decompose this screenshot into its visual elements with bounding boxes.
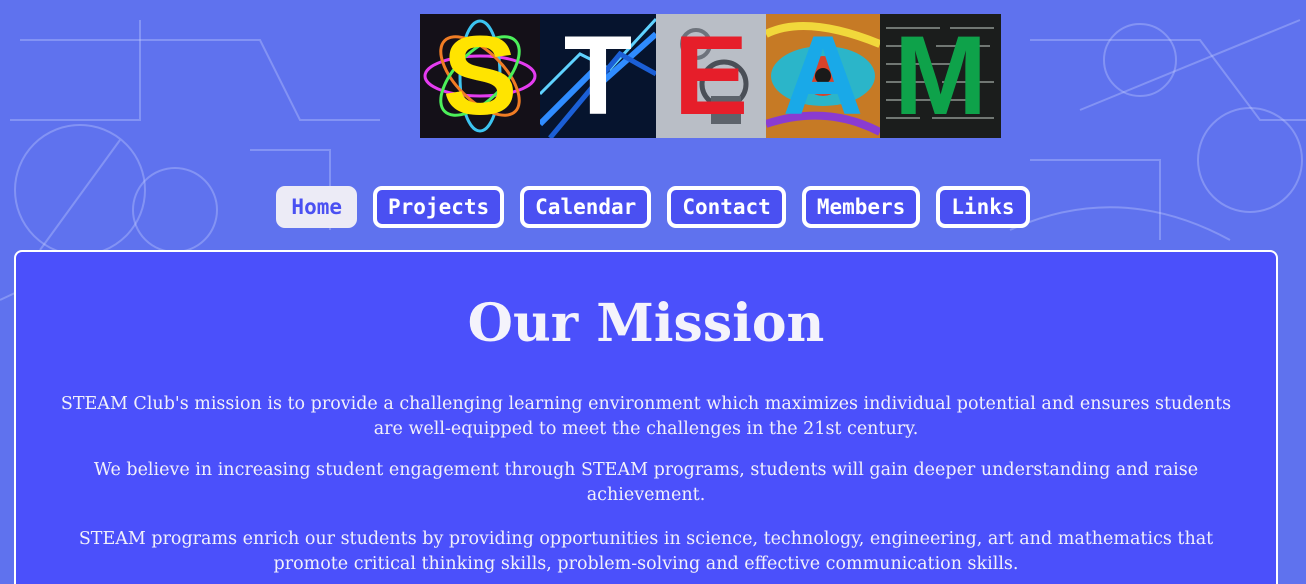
belief-paragraph: We believe in increasing student engagem… bbox=[93, 460, 1199, 505]
nav-calendar-button[interactable]: Calendar bbox=[520, 186, 652, 228]
nav-contact-button[interactable]: Contact bbox=[667, 186, 786, 228]
nav-members-button[interactable]: Members bbox=[801, 186, 921, 228]
nav-links-button[interactable]: Links bbox=[936, 186, 1030, 228]
banner-letter-t: T bbox=[563, 14, 633, 138]
nav-projects-button[interactable]: Projects bbox=[373, 186, 505, 228]
banner-letter-a: A bbox=[782, 14, 864, 138]
banner-tile-s: S bbox=[420, 14, 540, 138]
nav-home-button[interactable]: Home bbox=[276, 186, 357, 228]
main-navigation: Home Projects Calendar Contact Members L… bbox=[0, 186, 1306, 228]
banner-letter-m: M bbox=[893, 14, 988, 138]
page-title: Our Mission bbox=[467, 293, 825, 354]
banner-tile-a: A bbox=[766, 14, 880, 138]
steam-logo-banner: S T E A M bbox=[420, 14, 1001, 138]
mission-paragraph: STEAM Club's mission is to provide a cha… bbox=[60, 394, 1232, 439]
banner-tile-e: E bbox=[656, 14, 766, 138]
programs-paragraph: STEAM programs enrich our students by pr… bbox=[78, 529, 1214, 574]
mission-panel: Our Mission STEAM Club's mission is to p… bbox=[14, 250, 1278, 584]
banner-letter-e: E bbox=[673, 14, 749, 138]
banner-tile-t: T bbox=[540, 14, 656, 138]
banner-letter-s: S bbox=[442, 14, 518, 138]
banner-tile-m: M bbox=[880, 14, 1001, 138]
